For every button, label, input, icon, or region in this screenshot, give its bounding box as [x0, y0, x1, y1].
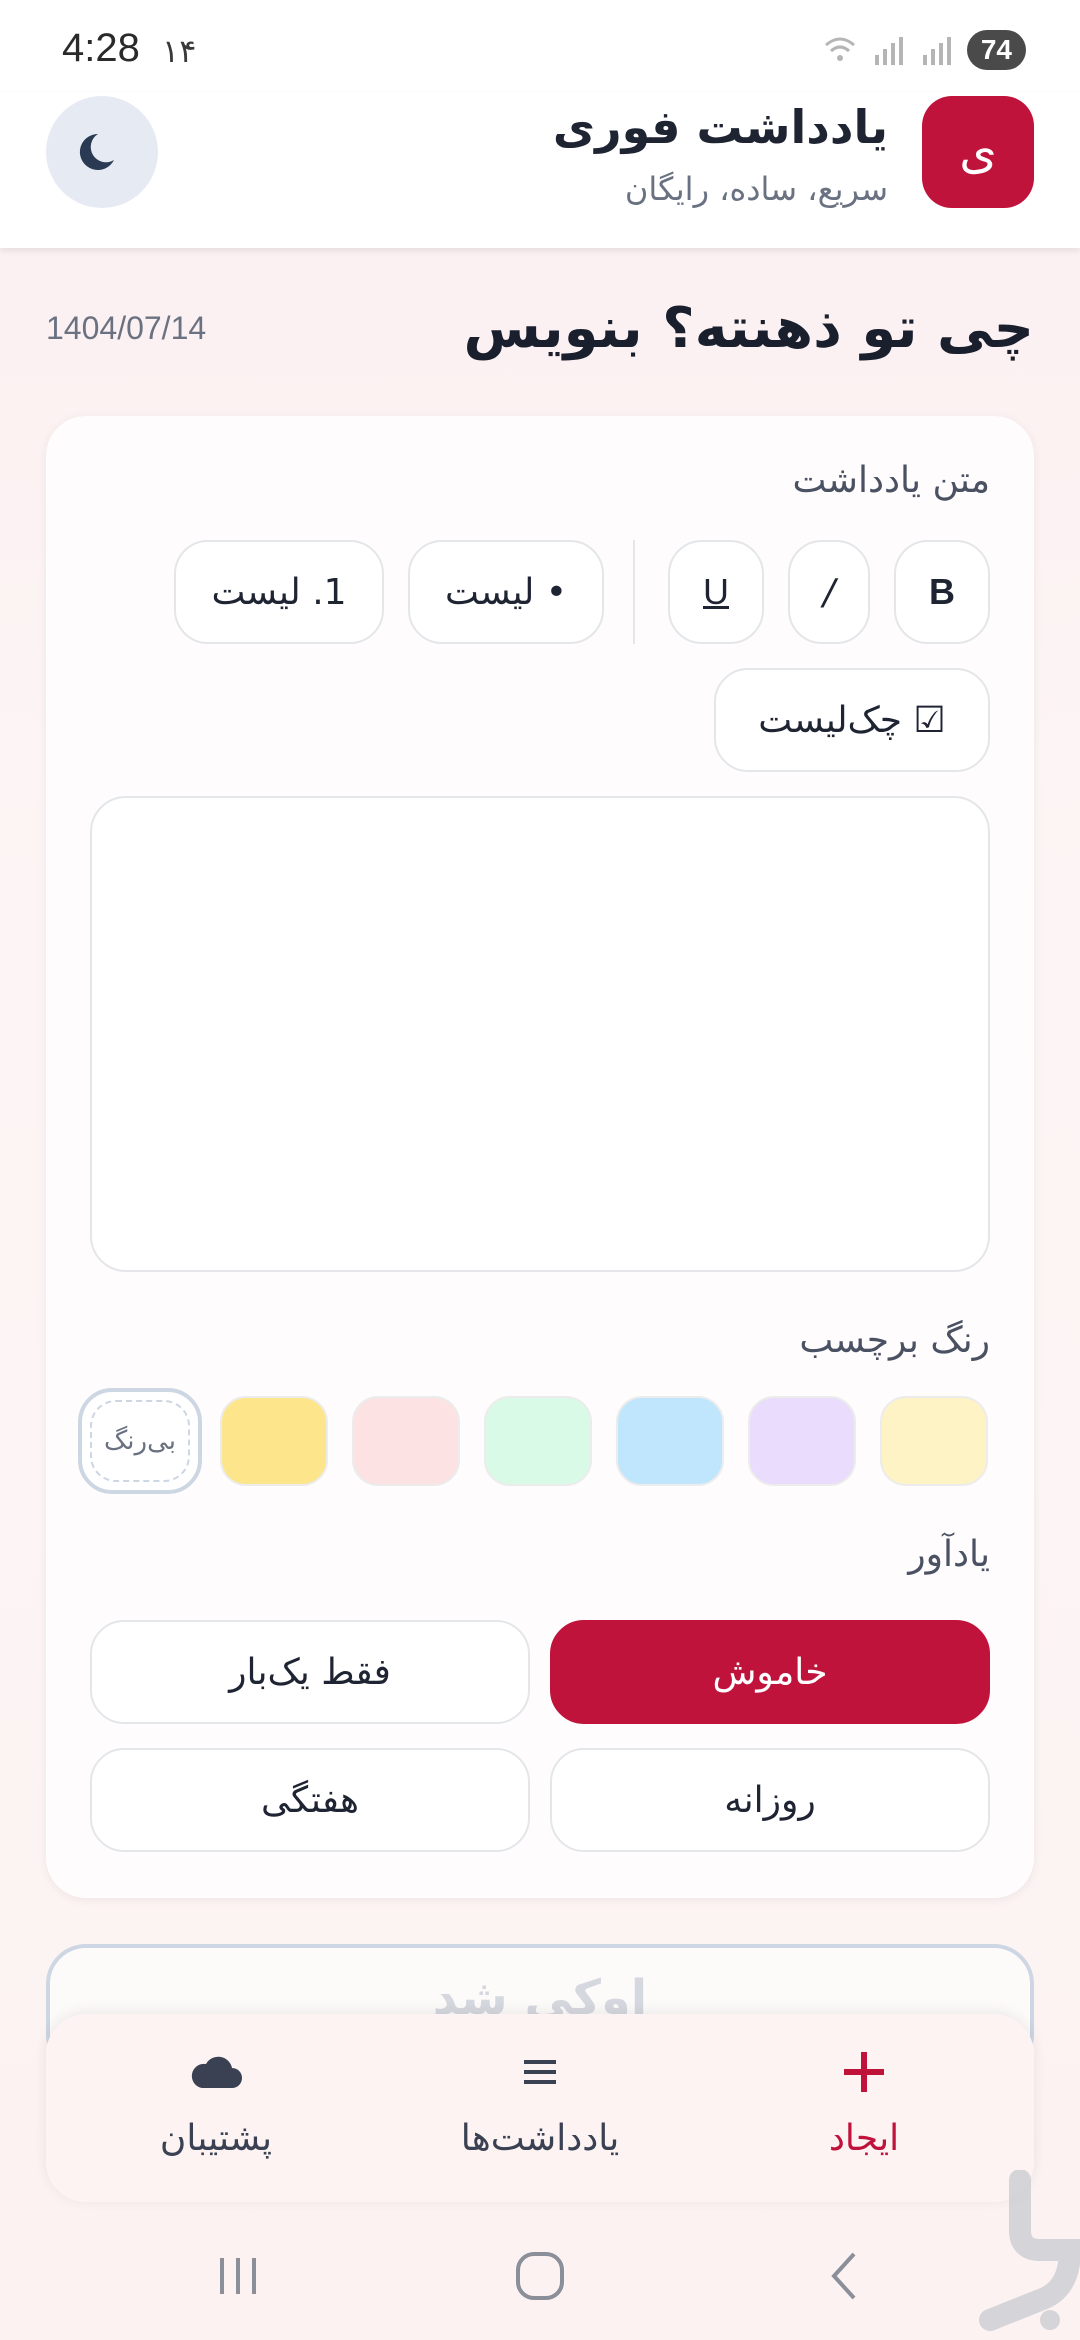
bullet-list-button[interactable]: • لیست — [408, 540, 604, 644]
italic-button[interactable]: / — [788, 540, 870, 644]
signal-2-icon — [922, 37, 951, 65]
app-logo: ی — [922, 96, 1034, 208]
theme-toggle-button[interactable] — [46, 96, 158, 208]
page-date: 1404/07/14 — [46, 310, 207, 346]
page-title: چی تو ذهنته؟ بنویس — [463, 296, 1034, 361]
app-subtitle: سریع، ساده، رایگان — [624, 170, 888, 208]
reminder-off-button[interactable]: خاموش — [550, 1620, 990, 1724]
plus-icon — [840, 2044, 888, 2100]
system-nav-bar — [0, 2212, 1080, 2340]
nav-label-backup: پشتیبان — [159, 2118, 273, 2159]
home-icon[interactable] — [510, 2246, 570, 2306]
wifi-icon — [824, 37, 855, 61]
underline-button[interactable]: U — [668, 540, 764, 644]
store-watermark-icon — [979, 2170, 1080, 2331]
numbered-list-button[interactable]: 1. لیست — [174, 540, 384, 644]
nav-label-create: ایجاد — [828, 2118, 900, 2159]
status-extra: ۱۴ — [162, 32, 197, 70]
note-form-card: متن یادداشت B / U • لیست 1. لیست ☑ چک‌لی… — [46, 416, 1034, 1898]
list-icon — [520, 2044, 560, 2100]
color-swatch-mint[interactable] — [484, 1396, 592, 1486]
color-swatch-yellow[interactable] — [220, 1396, 328, 1486]
color-swatch-cream[interactable] — [880, 1396, 988, 1486]
toolbar-divider — [633, 540, 635, 644]
signal-icon — [874, 37, 903, 65]
reminder-daily-button[interactable]: روزانه — [550, 1748, 990, 1852]
checklist-button[interactable]: ☑ چک‌لیست — [714, 668, 990, 772]
note-text-label: متن یادداشت — [792, 460, 990, 501]
status-icons: 74 — [823, 30, 1026, 70]
moon-icon — [79, 133, 114, 170]
status-time: 4:28 — [62, 26, 140, 70]
color-swatch-none[interactable]: بی‌رنگ — [78, 1388, 202, 1494]
bottom-nav: ایجاد یادداشت‌ها پشتیبان — [46, 2014, 1034, 2202]
note-text-area[interactable] — [90, 796, 990, 1272]
label-color-label: رنگ برچسب — [799, 1320, 990, 1361]
cloud-icon — [188, 2044, 244, 2100]
reminder-label: یادآور — [908, 1534, 990, 1575]
battery-indicator: 74 — [966, 30, 1026, 70]
reminder-weekly-button[interactable]: هفتگی — [90, 1748, 530, 1852]
recent-apps-icon[interactable] — [208, 2246, 268, 2306]
nav-item-notes[interactable]: یادداشت‌ها — [390, 2044, 690, 2159]
color-swatch-blue[interactable] — [616, 1396, 724, 1486]
app-header: ی یادداشت فوری سریع، ساده، رایگان — [0, 92, 1080, 248]
status-bar: 4:28 ۱۴ 74 — [0, 0, 1080, 92]
app-title: یادداشت فوری — [552, 100, 888, 154]
bold-button[interactable]: B — [894, 540, 990, 644]
no-color-label: بی‌رنگ — [90, 1400, 190, 1482]
reminder-once-button[interactable]: فقط یک‌بار — [90, 1620, 530, 1724]
nav-item-create[interactable]: ایجاد — [714, 2044, 1014, 2159]
back-icon[interactable] — [814, 2246, 874, 2306]
nav-item-backup[interactable]: پشتیبان — [66, 2044, 366, 2159]
color-swatch-pink[interactable] — [352, 1396, 460, 1486]
nav-label-notes: یادداشت‌ها — [460, 2118, 620, 2159]
color-swatch-lavender[interactable] — [748, 1396, 856, 1486]
